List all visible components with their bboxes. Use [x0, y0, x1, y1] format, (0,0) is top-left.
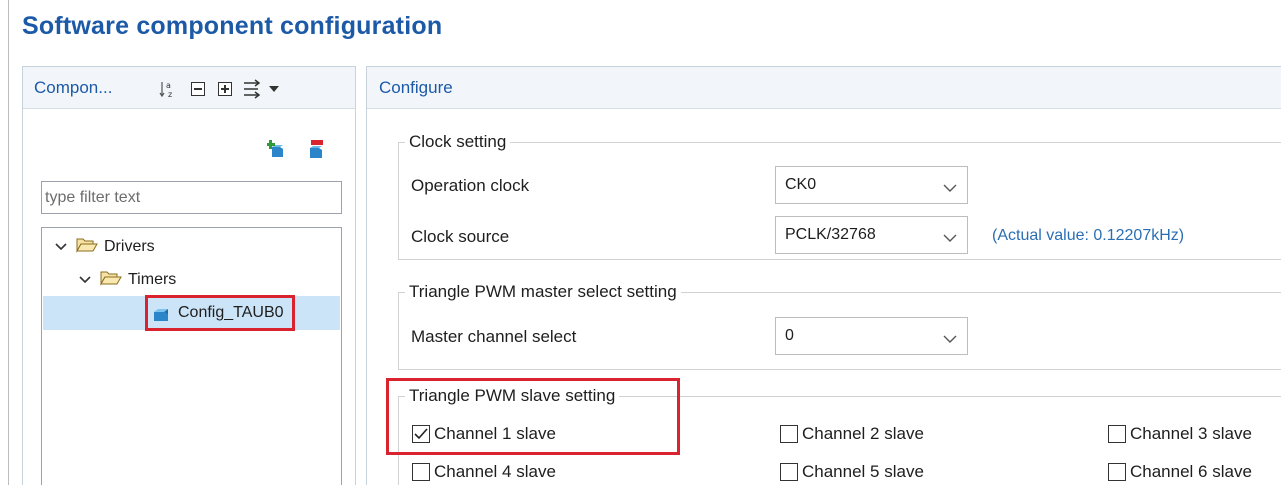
- tree-node-timers[interactable]: Timers: [78, 266, 176, 294]
- clock-source-value: PCLK/32768: [785, 226, 876, 243]
- operation-clock-value: CK0: [785, 176, 817, 193]
- sort-alpha-icon[interactable]: a z: [158, 79, 178, 99]
- configure-tab[interactable]: Configure: [379, 78, 453, 98]
- master-channel-label: Master channel select: [411, 327, 577, 346]
- filter-input[interactable]: [41, 181, 342, 214]
- page-title: Software component configuration: [22, 12, 443, 40]
- checkbox-label: Channel 6 slave: [1130, 462, 1252, 481]
- tree-node-label: Config_TAUB0: [178, 304, 284, 321]
- operation-clock-select[interactable]: CK0: [775, 166, 968, 204]
- component-tree: Drivers Timers Config_TAUB0: [41, 227, 342, 485]
- tree-node-drivers[interactable]: Drivers: [54, 233, 155, 261]
- channel-4-slave-checkbox[interactable]: Channel 4 slave: [412, 460, 556, 484]
- checkbox-unchecked-icon[interactable]: [1108, 425, 1126, 443]
- clock-source-select[interactable]: PCLK/32768: [775, 216, 968, 254]
- tree-node-label: Drivers: [104, 238, 155, 255]
- clock-source-label: Clock source: [411, 227, 510, 246]
- window-edge-divider: [8, 0, 9, 485]
- tree-node-label: Timers: [128, 271, 177, 288]
- svg-text:z: z: [168, 90, 172, 99]
- checkbox-unchecked-icon[interactable]: [412, 463, 430, 481]
- folder-open-icon: [100, 270, 122, 291]
- slave-setting-legend: Triangle PWM slave setting: [409, 386, 616, 405]
- channel-5-slave-checkbox[interactable]: Channel 5 slave: [780, 460, 924, 484]
- component-cube-icon: [152, 304, 172, 322]
- chevron-down-icon[interactable]: [78, 273, 92, 287]
- folder-open-icon: [76, 237, 98, 258]
- operation-clock-label: Operation clock: [411, 176, 530, 195]
- components-panel: Compon... a z type filter text Drivers T…: [22, 66, 356, 485]
- components-panel-header: Compon... a z: [23, 67, 355, 109]
- channel-2-slave-checkbox[interactable]: Channel 2 slave: [780, 422, 924, 446]
- clock-setting-legend: Clock setting: [409, 132, 507, 151]
- checkbox-label: Channel 3 slave: [1130, 424, 1252, 443]
- checkbox-label: Channel 4 slave: [434, 462, 556, 481]
- channel-3-slave-checkbox[interactable]: Channel 3 slave: [1108, 422, 1252, 446]
- checkbox-label: Channel 5 slave: [802, 462, 924, 481]
- filter-toggle-icon[interactable]: [242, 79, 266, 99]
- channel-1-slave-checkbox[interactable]: Channel 1 slave: [412, 422, 556, 446]
- configure-panel-header: Configure: [367, 67, 1281, 109]
- checkbox-unchecked-icon[interactable]: [780, 425, 798, 443]
- clock-actual-value: (Actual value: 0.12207kHz): [992, 227, 1185, 244]
- components-tab[interactable]: Compon...: [34, 78, 112, 98]
- view-menu-chevron-icon[interactable]: [267, 79, 281, 99]
- chevron-down-icon[interactable]: [54, 240, 68, 254]
- svg-text:a: a: [166, 81, 171, 90]
- collapse-all-icon[interactable]: [188, 79, 208, 99]
- remove-component-icon[interactable]: [307, 139, 327, 159]
- channel-6-slave-checkbox[interactable]: Channel 6 slave: [1108, 460, 1252, 484]
- add-component-icon[interactable]: [266, 139, 287, 159]
- master-select-legend: Triangle PWM master select setting: [409, 282, 677, 301]
- chevron-down-icon: [943, 331, 957, 343]
- tree-node-config-taub0[interactable]: Config_TAUB0: [145, 295, 295, 331]
- master-channel-value: 0: [785, 327, 794, 344]
- checkbox-checked-icon[interactable]: [412, 425, 430, 443]
- checkbox-unchecked-icon[interactable]: [780, 463, 798, 481]
- checkbox-unchecked-icon[interactable]: [1108, 463, 1126, 481]
- checkbox-label: Channel 2 slave: [802, 424, 924, 443]
- expand-all-icon[interactable]: [215, 79, 235, 99]
- checkbox-label: Channel 1 slave: [434, 424, 556, 443]
- master-channel-select[interactable]: 0: [775, 317, 968, 355]
- chevron-down-icon: [943, 180, 957, 192]
- chevron-down-icon: [943, 230, 957, 242]
